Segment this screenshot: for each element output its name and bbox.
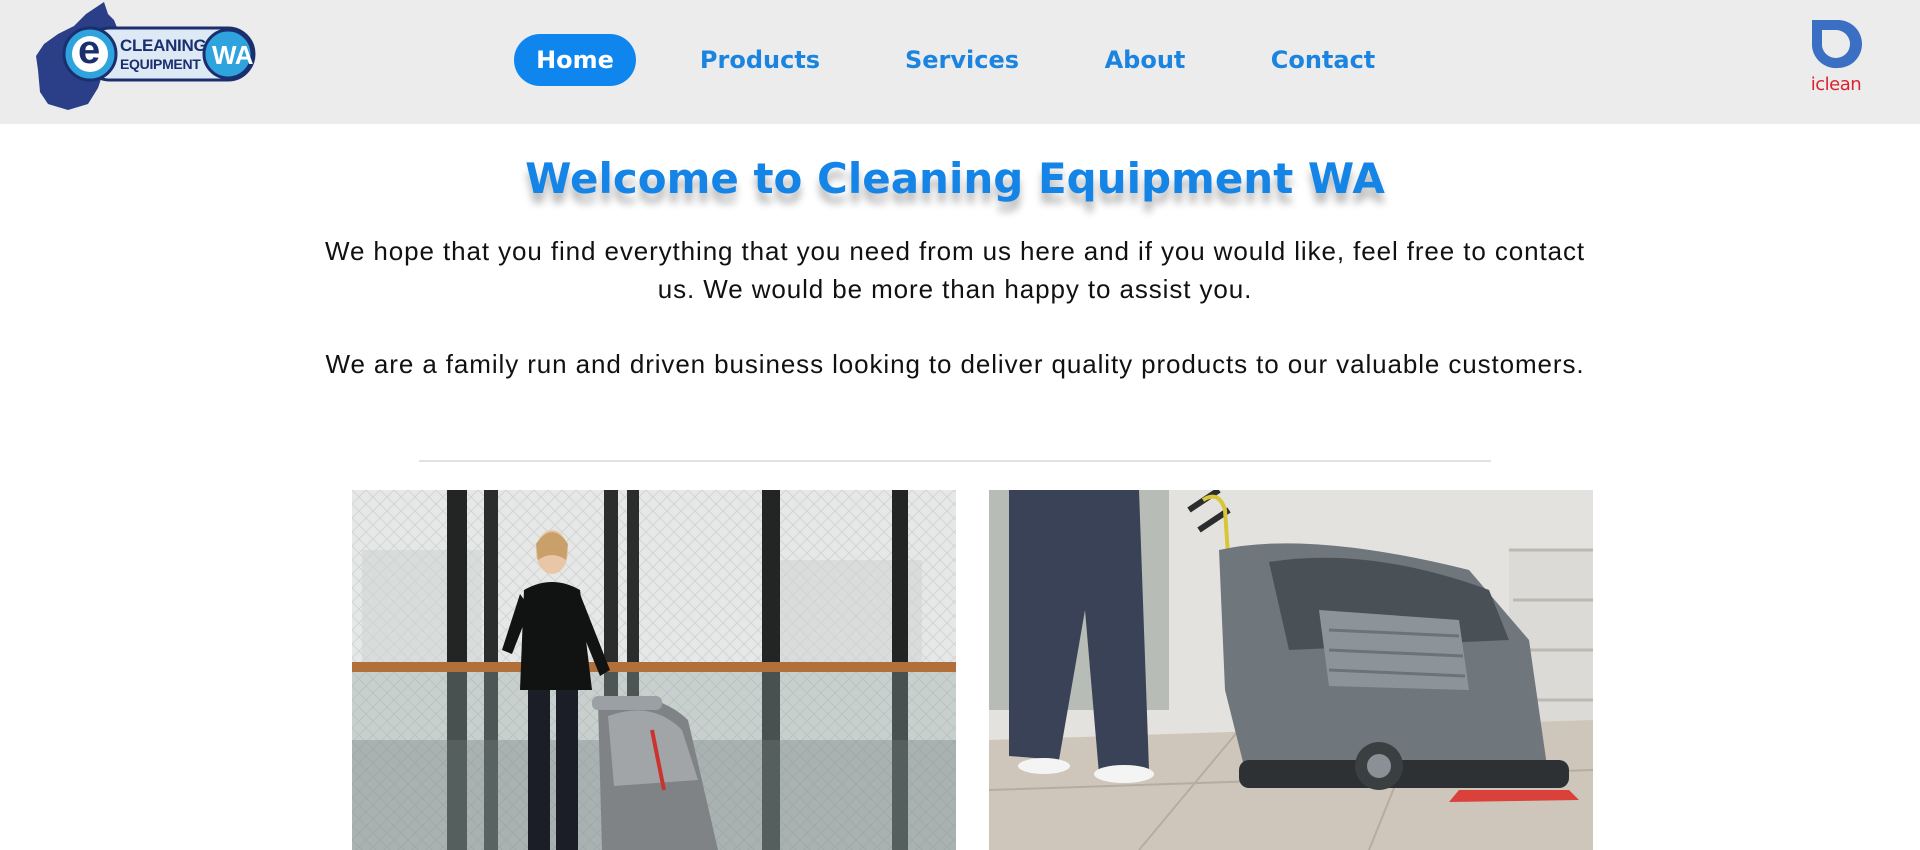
nav-about[interactable]: About — [1090, 34, 1200, 86]
iclean-icon — [1812, 20, 1862, 69]
page-title: Welcome to Cleaning Equipment WA — [525, 154, 1385, 203]
main-nav: Home Products Services About Contact — [0, 34, 1920, 86]
nav-products[interactable]: Products — [690, 34, 830, 86]
iclean-logo[interactable]: iclean — [1804, 16, 1868, 102]
iclean-label: iclean — [1810, 74, 1862, 95]
nav-contact[interactable]: Contact — [1260, 34, 1386, 86]
intro-paragraph: We hope that you find everything that yo… — [324, 236, 1586, 304]
site-header: e CLEANING EQUIPMENT WA Home Products Se… — [0, 0, 1920, 124]
nav-services[interactable]: Services — [892, 34, 1032, 86]
nav-home[interactable]: Home — [514, 34, 636, 86]
photo-worker-floor-scrubber — [989, 490, 1593, 850]
section-divider — [419, 460, 1491, 462]
about-paragraph: We are a family run and driven business … — [325, 349, 1585, 379]
photo-woman-floor-scrubber — [352, 490, 956, 850]
